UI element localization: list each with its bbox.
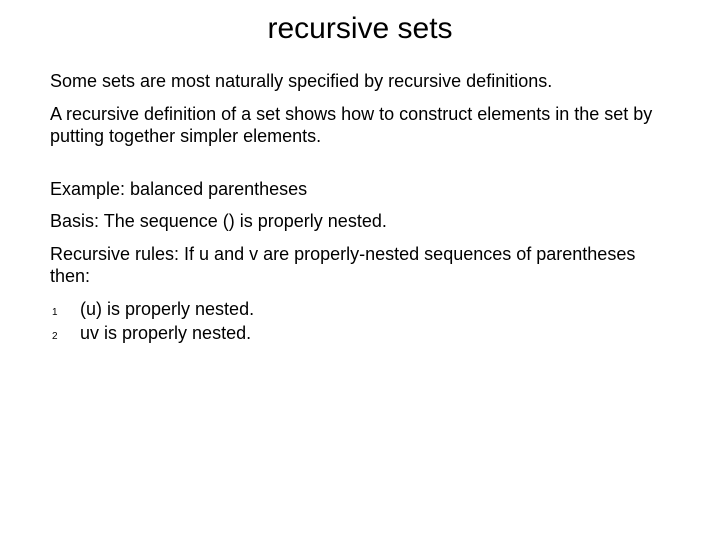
- example-line: Example: balanced parentheses: [50, 178, 670, 201]
- spacer: [50, 158, 670, 178]
- slide-title: recursive sets: [50, 12, 670, 46]
- list-text: (u) is properly nested.: [80, 298, 254, 321]
- recursive-rules-intro: Recursive rules: If u and v are properly…: [50, 243, 670, 288]
- basis-line: Basis: The sequence () is properly neste…: [50, 210, 670, 233]
- paragraph-intro-1: Some sets are most naturally specified b…: [50, 70, 670, 93]
- list-text: uv is properly nested.: [80, 322, 251, 345]
- list-item: 1 (u) is properly nested.: [50, 298, 670, 321]
- list-number: 1: [50, 307, 80, 318]
- example-text: balanced parentheses: [125, 179, 307, 199]
- paragraph-intro-2: A recursive definition of a set shows ho…: [50, 103, 670, 148]
- slide: recursive sets Some sets are most natura…: [0, 0, 720, 540]
- rules-list: 1 (u) is properly nested. 2 uv is proper…: [50, 298, 670, 345]
- example-label: Example:: [50, 179, 125, 199]
- list-number: 2: [50, 331, 80, 342]
- list-item: 2 uv is properly nested.: [50, 322, 670, 345]
